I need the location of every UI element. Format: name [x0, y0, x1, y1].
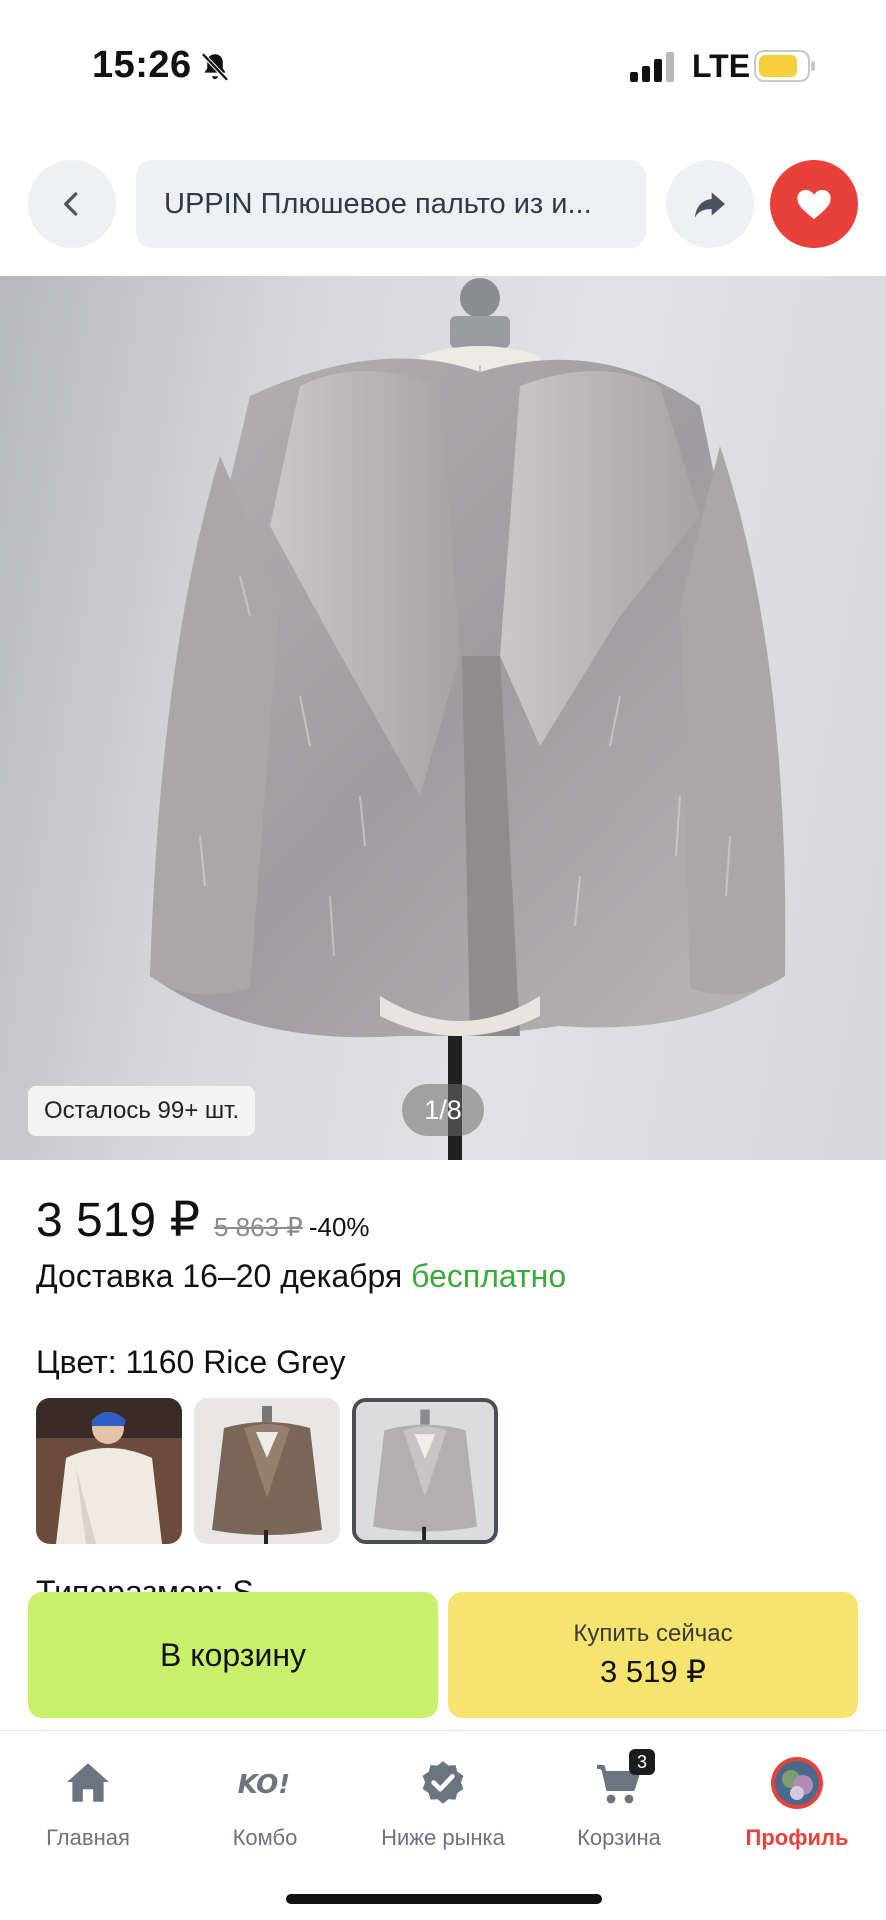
- home-indicator[interactable]: [286, 1894, 602, 1904]
- search-text: UPPIN Плюшевое пальто из и...: [164, 187, 592, 220]
- badge-check-icon: [413, 1753, 473, 1813]
- nav-item-profile[interactable]: Профиль: [722, 1753, 872, 1851]
- nav-item-below-market[interactable]: Ниже рынка: [368, 1753, 518, 1851]
- fur-coat-photo: [150, 278, 786, 1160]
- buy-now-price: 3 519 ₽: [600, 1654, 706, 1689]
- nav-item-cart[interactable]: 3 Корзина: [544, 1749, 694, 1851]
- home-icon: [58, 1753, 118, 1813]
- price-old: 5 863 ₽: [214, 1212, 303, 1242]
- action-bar: В корзину Купить сейчас 3 519 ₽: [0, 1592, 886, 1728]
- top-nav: UPPIN Плюшевое пальто из и...: [0, 160, 886, 250]
- bell-slash-icon: [201, 52, 229, 82]
- svg-text:KO!: KO!: [238, 1770, 291, 1800]
- brown-fur-swatch[interactable]: [194, 1398, 340, 1544]
- cart-icon: 3: [589, 1749, 655, 1813]
- signal-icon: [630, 52, 674, 82]
- nav-label-home: Главная: [46, 1825, 130, 1850]
- battery-icon: [754, 50, 815, 82]
- nav-label-combo: Комбо: [232, 1825, 298, 1850]
- heart-icon: [797, 189, 831, 219]
- color-swatches: [36, 1398, 498, 1544]
- cart-count-badge: 3: [629, 1749, 655, 1775]
- stock-badge: Осталось 99+ шт.: [28, 1086, 256, 1136]
- page-indicator: 1/8: [402, 1084, 484, 1136]
- chevron-left-icon: [64, 192, 78, 216]
- delivery-row: Доставка 16–20 декабря бесплатно: [36, 1258, 566, 1295]
- delivery-free: бесплатно: [411, 1258, 567, 1294]
- price-discount: -40%: [308, 1212, 370, 1242]
- bottom-nav: Главная KO! Комбо Ниже рынка 3 Корзина П…: [0, 1730, 886, 1920]
- nav-item-home[interactable]: Главная: [13, 1753, 163, 1851]
- buy-now-label: Купить сейчас: [573, 1620, 733, 1647]
- price-row: 3 519 ₽ 5 863 ₽ -40%: [36, 1192, 370, 1248]
- share-button[interactable]: [666, 160, 754, 248]
- nav-label-cart: Корзина: [577, 1825, 661, 1850]
- status-time: 15:26: [92, 44, 192, 86]
- share-arrow-icon: [695, 192, 725, 218]
- price-current: 3 519 ₽: [36, 1194, 200, 1247]
- buy-now-button[interactable]: Купить сейчас 3 519 ₽: [448, 1592, 858, 1718]
- back-button[interactable]: [28, 160, 116, 248]
- color-label: Цвет: 1160 Rice Grey: [36, 1344, 346, 1380]
- grey-fur-swatch[interactable]: [352, 1398, 498, 1544]
- nav-label-below-market: Ниже рынка: [381, 1825, 505, 1850]
- white-fur-swatch[interactable]: [36, 1398, 182, 1544]
- network-label: LTE: [692, 48, 751, 84]
- search-bar[interactable]: UPPIN Плюшевое пальто из и...: [136, 160, 646, 248]
- product-image[interactable]: Осталось 99+ шт. 1/8: [0, 276, 886, 1160]
- nav-item-combo[interactable]: KO! Комбо: [190, 1753, 340, 1851]
- nav-label-profile: Профиль: [745, 1825, 849, 1850]
- favorite-button[interactable]: [770, 160, 858, 248]
- add-to-cart-button[interactable]: В корзину: [28, 1592, 438, 1718]
- status-bar: 15:26 LTE: [0, 0, 886, 130]
- avatar-icon: [767, 1753, 827, 1813]
- ko-icon: KO!: [235, 1753, 295, 1813]
- delivery-dates: Доставка 16–20 декабря: [36, 1258, 403, 1294]
